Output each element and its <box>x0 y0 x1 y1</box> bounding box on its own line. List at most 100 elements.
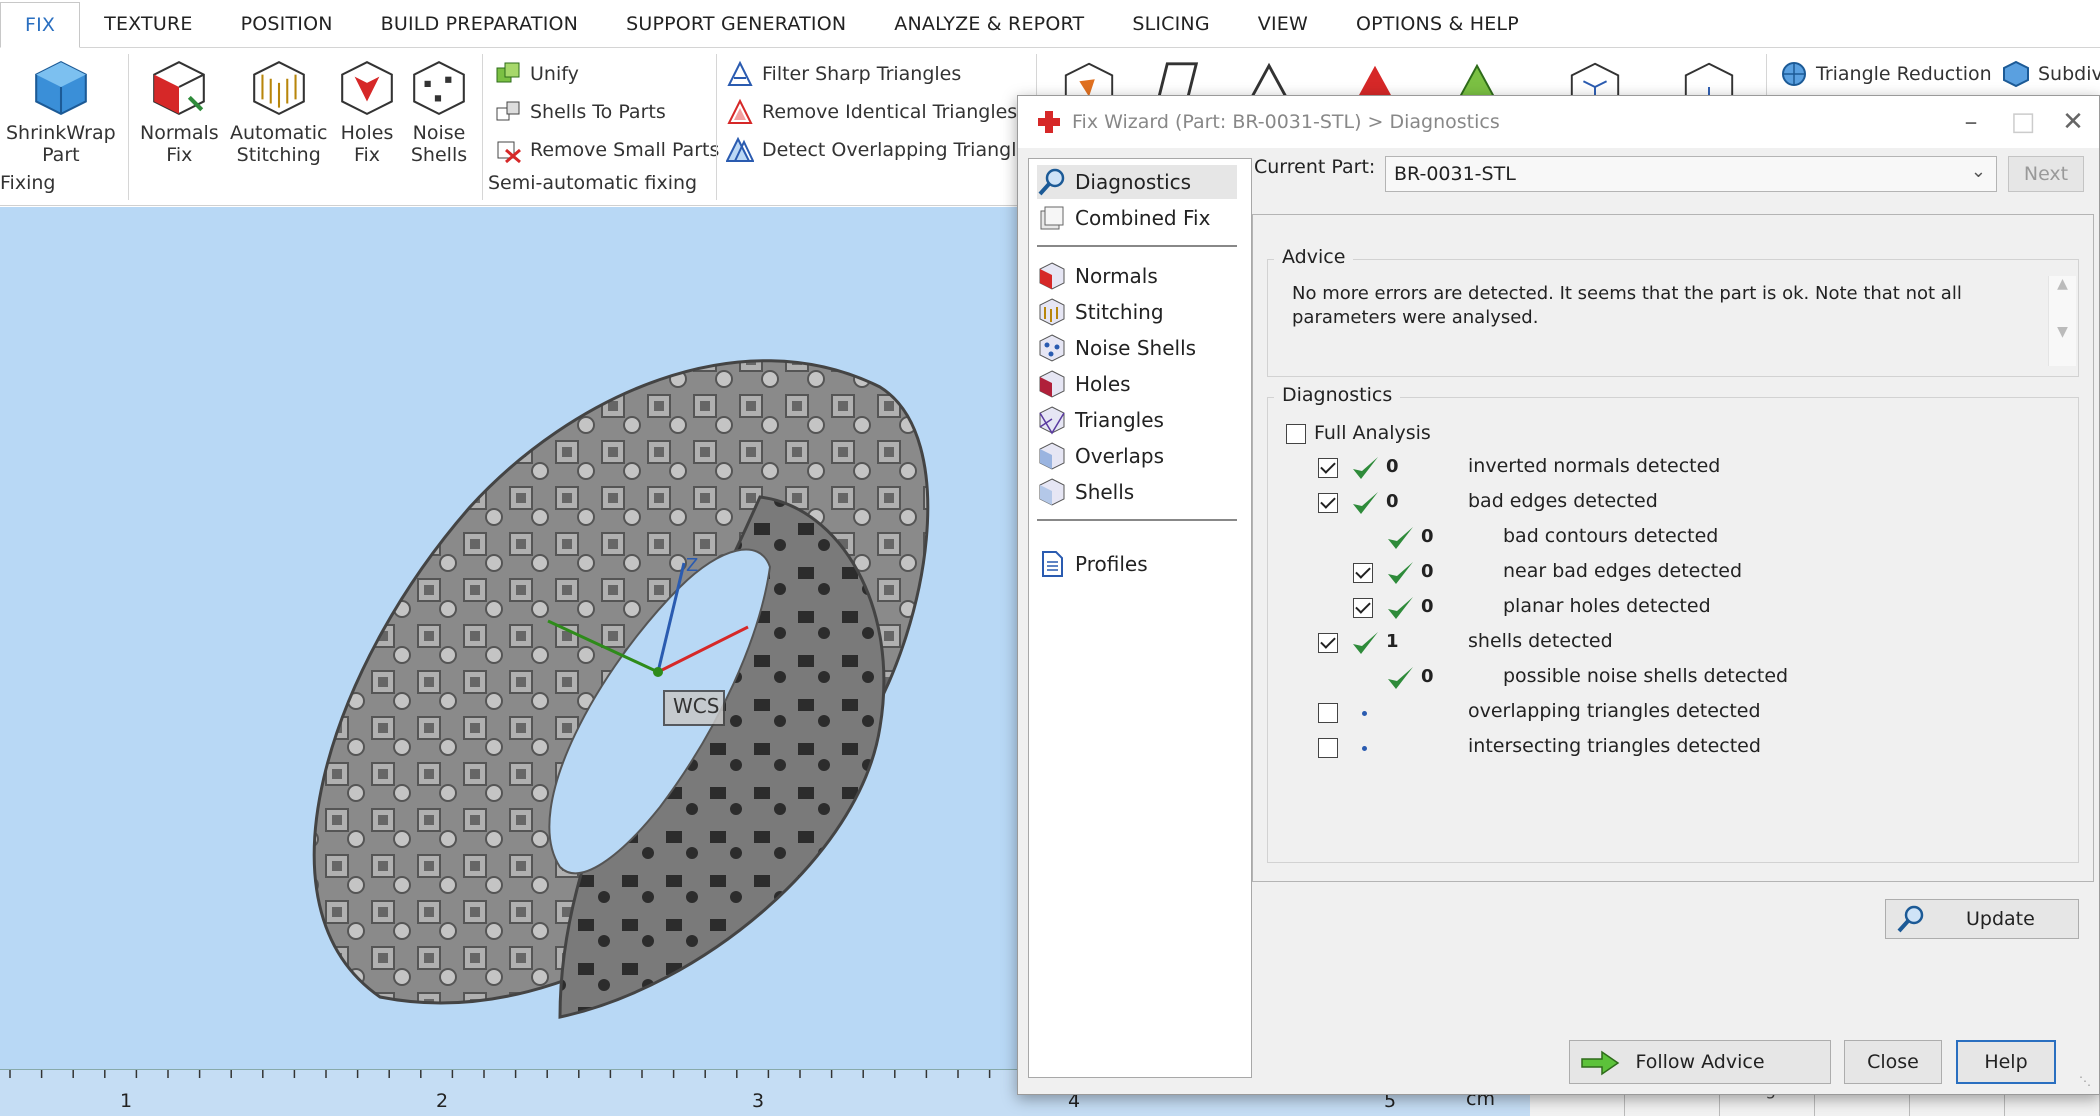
diagnostic-count: 0 <box>1421 526 1434 547</box>
stitching-icon <box>252 61 305 116</box>
check-ok-icon <box>1353 492 1378 514</box>
maximize-icon[interactable]: □ <box>2003 104 2043 140</box>
nav-item-noise-shells[interactable]: Noise Shells <box>1037 331 1237 365</box>
detect-overlapping-label: Detect Overlapping Triangle <box>762 139 1029 161</box>
shells-to-parts-button[interactable]: Shells To Parts <box>494 98 666 126</box>
combined-fix-icon <box>1040 206 1064 230</box>
menu-tab-analyze-report[interactable]: ANALYZE & REPORT <box>870 1 1108 47</box>
3d-viewport[interactable]: WCS Z <box>0 207 1020 1069</box>
nav-item-triangles[interactable]: Triangles <box>1037 403 1237 437</box>
diagnostic-label: intersecting triangles detected <box>1468 735 1761 757</box>
remove-identical-label: Remove Identical Triangles <box>762 101 1018 123</box>
full-analysis-checkbox[interactable] <box>1286 424 1306 444</box>
diagnostic-count: 0 <box>1421 561 1434 582</box>
ruler-number: 3 <box>752 1090 765 1112</box>
advice-scrollbar[interactable]: ▲ ▼ <box>2048 276 2076 366</box>
current-part-select[interactable]: BR-0031-STL ⌄ <box>1385 156 1997 192</box>
noise-shells-label: Noise Shells <box>410 122 468 166</box>
diagnostic-label: bad edges detected <box>1468 490 1658 512</box>
remove-identical-icon <box>727 98 753 124</box>
minimize-icon[interactable]: – <box>1951 104 1991 140</box>
next-button[interactable]: Next <box>2008 156 2084 192</box>
diagnostic-count: 0 <box>1386 491 1399 512</box>
diagnostic-label: inverted normals detected <box>1468 455 1721 477</box>
z-axis-label: Z <box>686 555 699 576</box>
diagnostic-label: planar holes detected <box>1503 595 1711 617</box>
remove-small-parts-label: Remove Small Parts <box>530 139 720 161</box>
automatic-stitching-label: Automatic Stitching <box>230 122 328 166</box>
menu-tab-build-preparation[interactable]: BUILD PREPARATION <box>357 1 602 47</box>
nav-label: Profiles <box>1075 552 1148 576</box>
nav-label: Stitching <box>1075 300 1164 324</box>
close-button[interactable]: Close <box>1844 1040 1942 1084</box>
ribbon-separator <box>482 54 483 200</box>
shells-to-parts-icon <box>496 101 520 121</box>
menu-tab-slicing[interactable]: SLICING <box>1108 1 1233 47</box>
group-label-fixing: Fixing <box>0 172 56 194</box>
detect-overlapping-button[interactable]: Detect Overlapping Triangle <box>726 136 1028 164</box>
status-dot-icon <box>1362 746 1367 751</box>
nav-item-combined-fix[interactable]: Combined Fix <box>1037 201 1237 235</box>
holes-fix-icon <box>341 61 393 116</box>
diagnostics-legend: Diagnostics <box>1274 384 1401 406</box>
menu-tab-support-generation[interactable]: SUPPORT GENERATION <box>602 1 870 47</box>
subdivide-label: Subdiv <box>2038 63 2100 85</box>
red-cross-icon <box>1038 111 1060 133</box>
nav-item-shells[interactable]: Shells <box>1037 475 1237 509</box>
close-icon[interactable]: ✕ <box>2053 104 2093 140</box>
ribbon-separator <box>128 54 129 200</box>
diagnostic-checkbox[interactable] <box>1353 563 1373 583</box>
help-button[interactable]: Help <box>1956 1040 2056 1084</box>
subdivide-button[interactable]: Subdiv <box>2002 60 2100 88</box>
nav-label: Overlaps <box>1075 444 1165 468</box>
menu-tab-texture[interactable]: TEXTURE <box>80 1 216 47</box>
remove-identical-triangles-button[interactable]: Remove Identical Triangles <box>726 98 1017 126</box>
diagnostic-checkbox[interactable] <box>1318 738 1338 758</box>
triangle-reduction-button[interactable]: Triangle Reduction <box>1780 60 1992 88</box>
nav-item-diagnostics[interactable]: Diagnostics <box>1037 165 1237 199</box>
diagnostic-count: 0 <box>1386 456 1399 477</box>
normals-fix-button[interactable]: Normals Fix <box>140 56 219 166</box>
follow-advice-label: Follow Advice <box>1635 1051 1765 1073</box>
nav-item-overlaps[interactable]: Overlaps <box>1037 439 1237 473</box>
nav-item-stitching[interactable]: Stitching <box>1037 295 1237 329</box>
triangle-reduction-label: Triangle Reduction <box>1816 63 1992 85</box>
remove-small-parts-button[interactable]: Remove Small Parts <box>494 136 719 164</box>
menu-tab-fix[interactable]: FIX <box>0 2 81 48</box>
remove-small-parts-icon <box>497 141 521 164</box>
nav-item-normals[interactable]: Normals <box>1037 259 1237 293</box>
dialog-title-bar[interactable]: Fix Wizard (Part: BR-0031-STL) > Diagnos… <box>1018 96 2099 148</box>
automatic-stitching-button[interactable]: Automatic Stitching <box>230 56 327 166</box>
diagnostic-label: shells detected <box>1468 630 1613 652</box>
diagnostic-checkbox[interactable] <box>1353 598 1373 618</box>
update-button[interactable]: Update <box>1885 899 2079 939</box>
advice-group: Advice No more errors are detected. It s… <box>1267 246 2079 377</box>
shrinkwrap-part-button[interactable]: ShrinkWrap Part <box>6 56 116 166</box>
noise-shells-button[interactable]: Noise Shells <box>408 56 470 166</box>
follow-advice-button[interactable]: Follow Advice <box>1569 1040 1831 1084</box>
resize-grip[interactable]: ⋱ <box>2079 1074 2095 1090</box>
holes-fix-button[interactable]: Holes Fix <box>336 56 398 166</box>
check-ok-icon <box>1353 632 1378 654</box>
nav-item-holes[interactable]: Holes <box>1037 367 1237 401</box>
chevron-down-icon: ⌄ <box>1970 161 1986 182</box>
detect-overlapping-icon <box>726 136 754 162</box>
diagnostic-checkbox[interactable] <box>1318 458 1338 478</box>
diagnostic-checkbox[interactable] <box>1318 493 1338 513</box>
menu-tab-position[interactable]: POSITION <box>217 1 357 47</box>
overlaps-nav-icon <box>1039 442 1065 470</box>
full-analysis-label: Full Analysis <box>1314 422 1431 444</box>
document-icon <box>1042 551 1063 577</box>
menu-tab-view[interactable]: VIEW <box>1234 1 1332 47</box>
diagnostic-checkbox[interactable] <box>1318 633 1338 653</box>
diagnostic-label: overlapping triangles detected <box>1468 700 1761 722</box>
shrinkwrap-label: ShrinkWrap Part <box>6 122 116 166</box>
filter-sharp-triangles-button[interactable]: Filter Sharp Triangles <box>726 60 961 88</box>
menu-tab-options-help[interactable]: OPTIONS & HELP <box>1332 1 1543 47</box>
check-ok-icon <box>1388 562 1413 584</box>
nav-item-profiles[interactable]: Profiles <box>1037 547 1237 581</box>
unify-button[interactable]: Unify <box>494 60 579 88</box>
diagnostic-count: 0 <box>1421 596 1434 617</box>
ribbon-separator <box>716 54 717 200</box>
diagnostic-checkbox[interactable] <box>1318 703 1338 723</box>
